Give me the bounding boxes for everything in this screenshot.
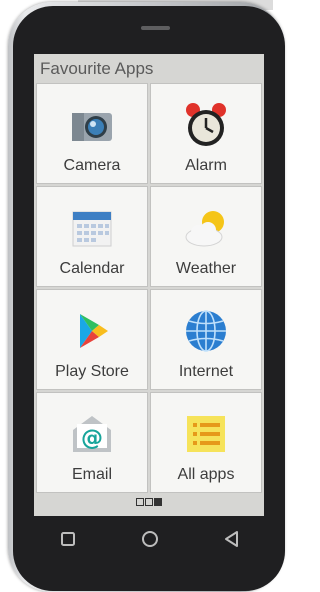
weather-icon <box>185 211 224 247</box>
app-tile-weather[interactable]: Weather <box>150 186 262 287</box>
app-tile-camera[interactable]: Camera <box>36 83 148 184</box>
app-grid: Camera Alarm Calendar Weather Play Store… <box>36 83 262 493</box>
app-tile-calendar[interactable]: Calendar <box>36 186 148 287</box>
app-label: Internet <box>178 363 234 380</box>
app-tile-email[interactable]: @ Email <box>36 392 148 493</box>
app-label: Alarm <box>185 157 227 174</box>
list-icon <box>187 416 225 452</box>
triangle-back-icon[interactable] <box>220 527 244 551</box>
circle-icon[interactable] <box>138 527 162 551</box>
app-tile-alarm[interactable]: Alarm <box>150 83 262 184</box>
app-label: Calendar <box>59 260 125 277</box>
app-label: Camera <box>63 157 121 174</box>
app-label: Weather <box>175 260 237 277</box>
speaker-grille <box>141 26 170 30</box>
home-screen: Favourite Apps Camera Alarm Calendar Wea… <box>34 54 264 516</box>
app-label: All apps <box>177 466 235 483</box>
app-label: Email <box>71 466 112 483</box>
page-indicator[interactable] <box>34 491 264 513</box>
globe-icon <box>186 310 226 352</box>
camera-icon <box>72 113 112 141</box>
page-title: Favourite Apps <box>40 59 154 78</box>
email-icon: @ <box>73 416 111 452</box>
app-tile-play-store[interactable]: Play Store <box>36 289 148 390</box>
play-store-icon <box>80 314 108 348</box>
app-label: Play Store <box>55 363 129 380</box>
app-tile-internet[interactable]: Internet <box>150 289 262 390</box>
page-dot <box>136 498 144 506</box>
alarm-clock-icon <box>186 103 226 146</box>
calendar-icon <box>72 211 112 247</box>
page-dot <box>145 498 153 506</box>
page-dot-active <box>154 498 162 506</box>
svg-text:@: @ <box>81 426 103 451</box>
navigation-bar <box>30 527 266 557</box>
app-tile-all-apps[interactable]: All apps <box>150 392 262 493</box>
square-icon[interactable] <box>56 527 80 551</box>
